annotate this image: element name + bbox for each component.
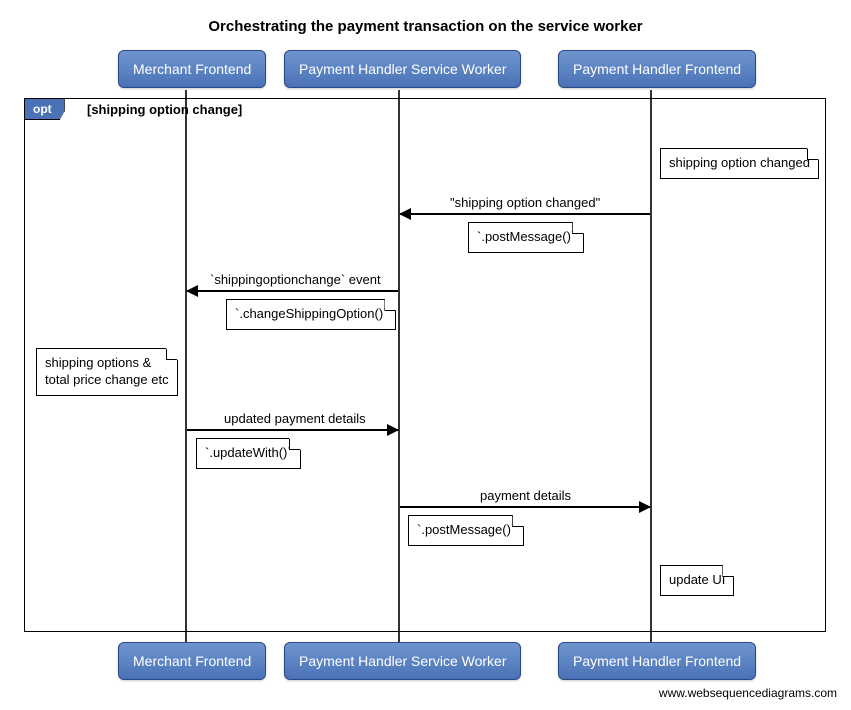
msg-shippingoptionchange-line <box>187 290 398 292</box>
msg-shipping-option-changed-label: "shipping option changed" <box>448 195 602 210</box>
participant-merchant-frontend-top: Merchant Frontend <box>118 50 266 88</box>
msg-updated-details-arrow <box>387 424 399 436</box>
participant-merchant-frontend-bottom: Merchant Frontend <box>118 642 266 680</box>
msg-shipping-option-changed-arrow <box>399 208 411 220</box>
msg-shippingoptionchange-note: `.changeShippingOption()` <box>226 299 396 330</box>
msg-payment-details-line <box>400 506 650 508</box>
msg-shipping-option-changed-line <box>400 213 650 215</box>
msg-payment-details-label: payment details <box>478 488 573 503</box>
opt-guard: [shipping option change] <box>87 102 242 117</box>
msg-payment-details-note: `.postMessage()` <box>408 515 524 546</box>
credit: www.websequencediagrams.com <box>659 686 837 700</box>
msg-shipping-option-changed-note: `.postMessage()` <box>468 222 584 253</box>
msg-shippingoptionchange-arrow <box>186 285 198 297</box>
msg-payment-details-arrow <box>639 501 651 513</box>
msg-updated-details-line <box>187 429 398 431</box>
msg-updated-details-label: updated payment details <box>222 411 368 426</box>
diagram-title: Orchestrating the payment transaction on… <box>0 0 851 35</box>
msg-updated-details-note: `.updateWith()` <box>196 438 301 469</box>
participant-handler-frontend-bottom: Payment Handler Frontend <box>558 642 756 680</box>
participant-service-worker-top: Payment Handler Service Worker <box>284 50 521 88</box>
participant-service-worker-bottom: Payment Handler Service Worker <box>284 642 521 680</box>
msg-shippingoptionchange-label: `shippingoptionchange` event <box>208 272 383 287</box>
participant-handler-frontend-top: Payment Handler Frontend <box>558 50 756 88</box>
note-update-ui: update UI <box>660 565 734 596</box>
note-shipping-options-total: shipping options & total price change et… <box>36 348 178 396</box>
opt-label: opt <box>24 98 65 120</box>
note-shipping-option-changed: shipping option changed <box>660 148 819 179</box>
